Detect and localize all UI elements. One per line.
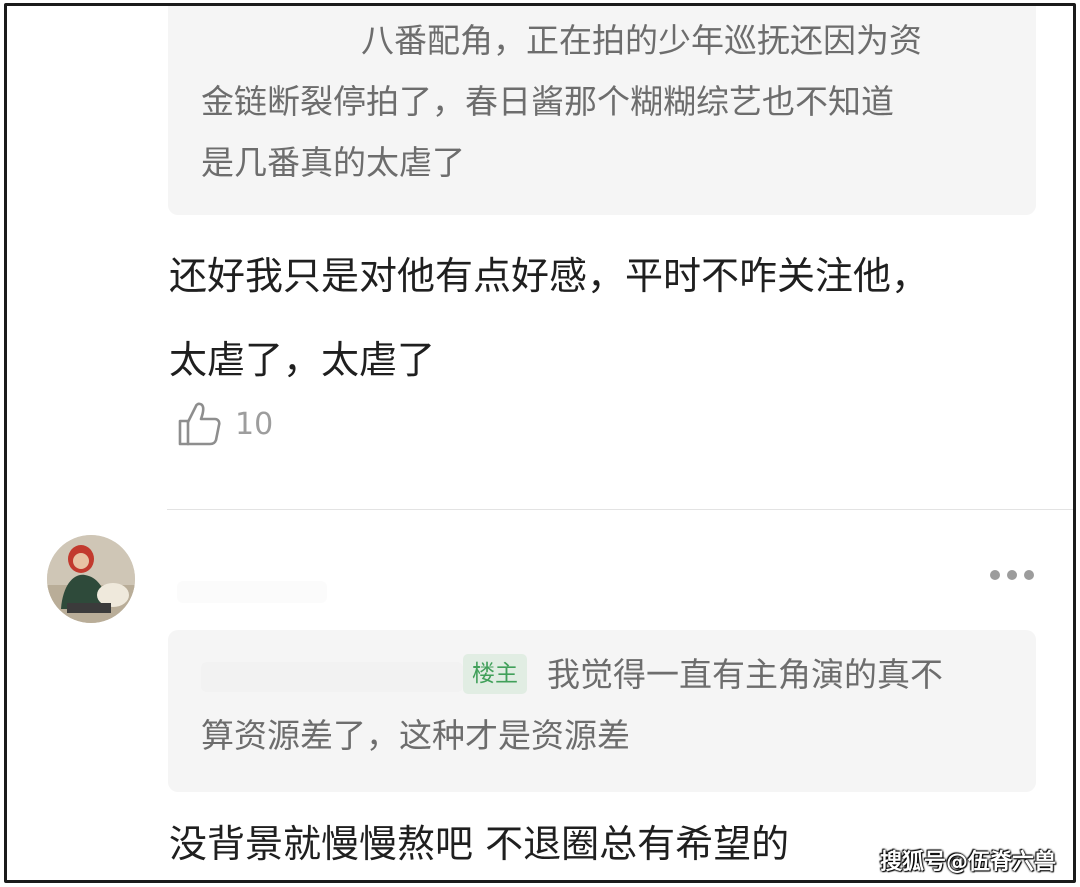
quote-line: 是几番真的太虐了 xyxy=(201,143,465,182)
more-dot xyxy=(1024,570,1034,580)
comment-text: 没背景就慢慢熬吧 不退圈总有希望的 xyxy=(169,822,790,866)
quote-text: 我觉得一直有主角演的真不 xyxy=(547,655,943,694)
more-dot xyxy=(1007,570,1017,580)
comment-line: 太虐了，太虐了 xyxy=(169,338,436,382)
comment-text: 还好我只是对他有点好感，平时不咋关注他， 太虐了，太虐了 xyxy=(169,234,929,402)
quote-line: 八番配角，正在拍的少年巡抚还因为资 xyxy=(361,21,922,60)
like-button[interactable]: 10 xyxy=(177,401,273,447)
quote-line: 金链断裂停拍了，春日酱那个糊糊综艺也不知道 xyxy=(201,82,894,121)
comment-divider xyxy=(167,509,1073,510)
quote-line: 算资源差了，这种才是资源差 xyxy=(201,716,630,755)
thumbs-up-icon xyxy=(178,402,221,446)
more-button[interactable] xyxy=(987,564,1037,588)
quoted-reply-box: 楼主 我觉得一直有主角演的真不 算资源差了，这种才是资源差 xyxy=(168,630,1036,792)
quoted-reply-box: 八番配角，正在拍的少年巡抚还因为资 金链断裂停拍了，春日酱那个糊糊综艺也不知道 … xyxy=(168,6,1036,215)
username-placeholder xyxy=(177,581,327,603)
comment-screenshot-frame: 八番配角，正在拍的少年巡抚还因为资 金链断裂停拍了，春日酱那个糊糊综艺也不知道 … xyxy=(4,3,1076,883)
quote-line: 楼主 我觉得一直有主角演的真不 xyxy=(201,644,1008,705)
quoted-username-placeholder xyxy=(201,661,463,692)
comment-line: 还好我只是对他有点好感，平时不咋关注他， xyxy=(169,254,930,298)
owner-badge: 楼主 xyxy=(463,653,527,694)
like-count: 10 xyxy=(235,406,274,442)
avatar[interactable] xyxy=(47,535,135,623)
watermark: 搜狐号@伍脊六兽 xyxy=(880,850,1057,875)
more-dot xyxy=(990,570,1000,580)
